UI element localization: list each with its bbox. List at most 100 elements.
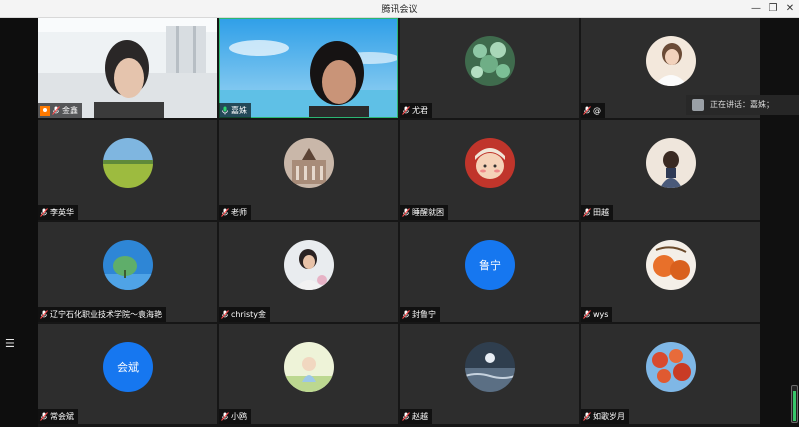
mic-muted-icon [221, 412, 229, 421]
video-grid: 金鑫 嘉姝 尤君 @ 李英华 老师 睡醒就困 田越 辽宁石化职业技术学院～袁海艳… [38, 18, 760, 427]
video-tile-0[interactable]: 金鑫 [38, 18, 217, 118]
participant-nameplate: 赵越 [400, 409, 432, 424]
avatar [465, 138, 515, 188]
participant-nameplate: @ [581, 103, 605, 118]
avatar [284, 138, 334, 188]
building-avatar-icon [284, 138, 334, 188]
avatar [103, 240, 153, 290]
mic-muted-icon [583, 310, 591, 319]
participant-nameplate: 嘉姝 [219, 103, 251, 118]
participant-nameplate: 小鸥 [219, 409, 251, 424]
persimmon-avatar-icon [646, 240, 696, 290]
avatar: 鲁宁 [465, 240, 515, 290]
video-tile-9[interactable]: christy金 [219, 222, 398, 322]
participant-nameplate: 金鑫 [38, 103, 82, 118]
participant-nameplate: 老师 [219, 205, 251, 220]
participant-name: 赵越 [412, 412, 428, 421]
mic-muted-icon [402, 208, 410, 217]
participant-name: christy金 [231, 310, 267, 319]
video-tile-2[interactable]: 尤君 [400, 18, 579, 118]
participant-nameplate: 常会斌 [38, 409, 78, 424]
video-tile-14[interactable]: 赵越 [400, 324, 579, 424]
avatar [284, 342, 334, 392]
moonlit-sea-avatar-icon [465, 342, 515, 392]
mic-active-icon [222, 106, 228, 115]
avatar [646, 36, 696, 86]
photo-avatar-icon [284, 240, 334, 290]
avatar [646, 138, 696, 188]
audio-level-fill [793, 391, 796, 421]
mic-muted-icon [583, 106, 591, 115]
participant-nameplate: 辽宁石化职业技术学院～袁海艳 [38, 307, 166, 322]
mic-muted-icon [221, 208, 229, 217]
mic-muted-icon [402, 412, 410, 421]
close-button[interactable]: ✕ [782, 1, 798, 17]
participant-name: 封鲁宁 [412, 310, 436, 319]
minimize-button[interactable]: — [748, 1, 764, 17]
title-bar: 腾讯会议 — ❐ ✕ [0, 0, 799, 18]
mic-muted-icon [402, 310, 410, 319]
avatar [103, 138, 153, 188]
tree-avatar-icon [103, 240, 153, 290]
participant-nameplate: 封鲁宁 [400, 307, 440, 322]
right-sidebar [760, 18, 799, 427]
girl-back-avatar-icon [646, 138, 696, 188]
mic-muted-icon [583, 208, 591, 217]
video-tile-5[interactable]: 老师 [219, 120, 398, 220]
participant-name: 辽宁石化职业技术学院～袁海艳 [50, 310, 162, 319]
succulent-avatar-icon [465, 36, 515, 86]
mic-muted-icon [40, 208, 48, 217]
participant-nameplate: 如歌岁月 [581, 409, 629, 424]
video-tile-8[interactable]: 辽宁石化职业技术学院～袁海艳 [38, 222, 217, 322]
avatar [465, 36, 515, 86]
video-tile-7[interactable]: 田越 [581, 120, 760, 220]
video-tile-15[interactable]: 如歌岁月 [581, 324, 760, 424]
participant-name: 如歌岁月 [593, 412, 625, 421]
video-tile-10[interactable]: 鲁宁 封鲁宁 [400, 222, 579, 322]
illustration-avatar-icon [284, 342, 334, 392]
mic-muted-icon [40, 310, 48, 319]
restore-button[interactable]: ❐ [765, 1, 781, 17]
video-tile-11[interactable]: wys [581, 222, 760, 322]
participant-name: 尤君 [412, 106, 428, 115]
participant-nameplate: 田越 [581, 205, 613, 220]
autumn-leaves-avatar-icon [646, 342, 696, 392]
participant-list-icon[interactable]: ☰ [5, 338, 17, 350]
participant-name: 老师 [231, 208, 247, 217]
left-sidebar [0, 18, 38, 427]
participant-name: 睡醒就困 [412, 208, 444, 217]
field-avatar-icon [103, 138, 153, 188]
mic-muted-icon [402, 106, 410, 115]
video-tile-13[interactable]: 小鸥 [219, 324, 398, 424]
participant-name: 嘉姝 [231, 106, 247, 115]
avatar: 会斌 [103, 342, 153, 392]
participant-nameplate: christy金 [219, 307, 271, 322]
speaking-indicator: 正在讲话：嘉姝； [686, 95, 799, 115]
speaking-text: 正在讲话：嘉姝； [710, 100, 774, 109]
audio-level-meter [791, 385, 798, 423]
video-tile-4[interactable]: 李英华 [38, 120, 217, 220]
participant-name: 李英华 [50, 208, 74, 217]
host-icon [40, 105, 50, 116]
participant-name: 常会斌 [50, 412, 74, 421]
participant-nameplate: 尤君 [400, 103, 432, 118]
cartoon-avatar-icon [465, 138, 515, 188]
avatar [646, 342, 696, 392]
mic-muted-icon [583, 412, 591, 421]
avatar [465, 342, 515, 392]
mic-muted-icon [40, 412, 48, 421]
portrait-avatar-icon [646, 36, 696, 86]
participant-name: 小鸥 [231, 412, 247, 421]
participant-name: @ [593, 106, 601, 115]
participant-name: 田越 [593, 208, 609, 217]
video-tile-6[interactable]: 睡醒就困 [400, 120, 579, 220]
avatar [646, 240, 696, 290]
mic-muted-icon [52, 106, 60, 115]
mic-muted-icon [221, 310, 229, 319]
video-tile-1[interactable]: 嘉姝 [219, 18, 398, 118]
participant-name: wys [593, 310, 609, 319]
participant-nameplate: 李英华 [38, 205, 78, 220]
participant-nameplate: 睡醒就困 [400, 205, 448, 220]
video-tile-12[interactable]: 会斌 常会斌 [38, 324, 217, 424]
avatar [284, 240, 334, 290]
